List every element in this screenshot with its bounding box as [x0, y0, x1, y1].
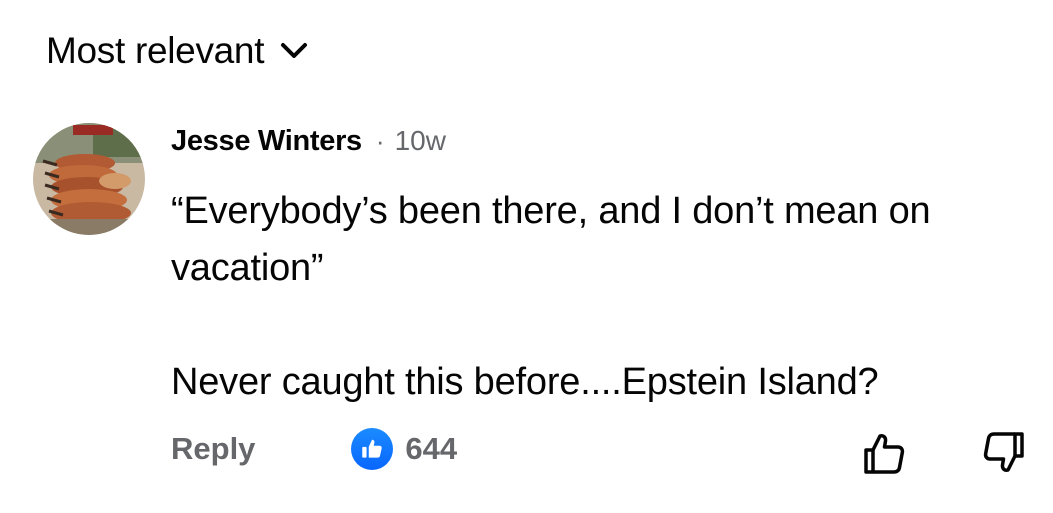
- thumbs-down-outline-icon[interactable]: [978, 428, 1028, 478]
- comment-body: “Everybody’s been there, and I don’t mea…: [171, 183, 1031, 411]
- comment: Jesse Winters · 10w “Everybody’s been th…: [171, 125, 1031, 411]
- author-name[interactable]: Jesse Winters: [171, 125, 362, 158]
- meta-separator: ·: [375, 126, 385, 156]
- avatar[interactable]: [33, 123, 145, 235]
- like-thumb-icon: [351, 428, 394, 470]
- reply-button[interactable]: Reply: [171, 431, 255, 467]
- comment-page: Most relevant Jesse Winters · 10w “Every…: [0, 0, 1053, 513]
- like-count: 644: [405, 431, 458, 466]
- timestamp[interactable]: 10w: [395, 125, 446, 157]
- comment-actions: Reply 644: [171, 428, 457, 470]
- comment-paragraph: “Everybody’s been there, and I don’t mea…: [171, 190, 931, 289]
- sort-dropdown[interactable]: Most relevant: [46, 30, 308, 72]
- sort-label: Most relevant: [46, 30, 265, 71]
- reaction-summary[interactable]: 644: [351, 428, 457, 470]
- thumbs-up-outline-icon[interactable]: [860, 428, 910, 478]
- comment-paragraph: Never caught this before....Epstein Isla…: [171, 361, 879, 403]
- comment-meta: Jesse Winters · 10w: [171, 125, 1031, 163]
- chevron-down-icon: [280, 42, 308, 60]
